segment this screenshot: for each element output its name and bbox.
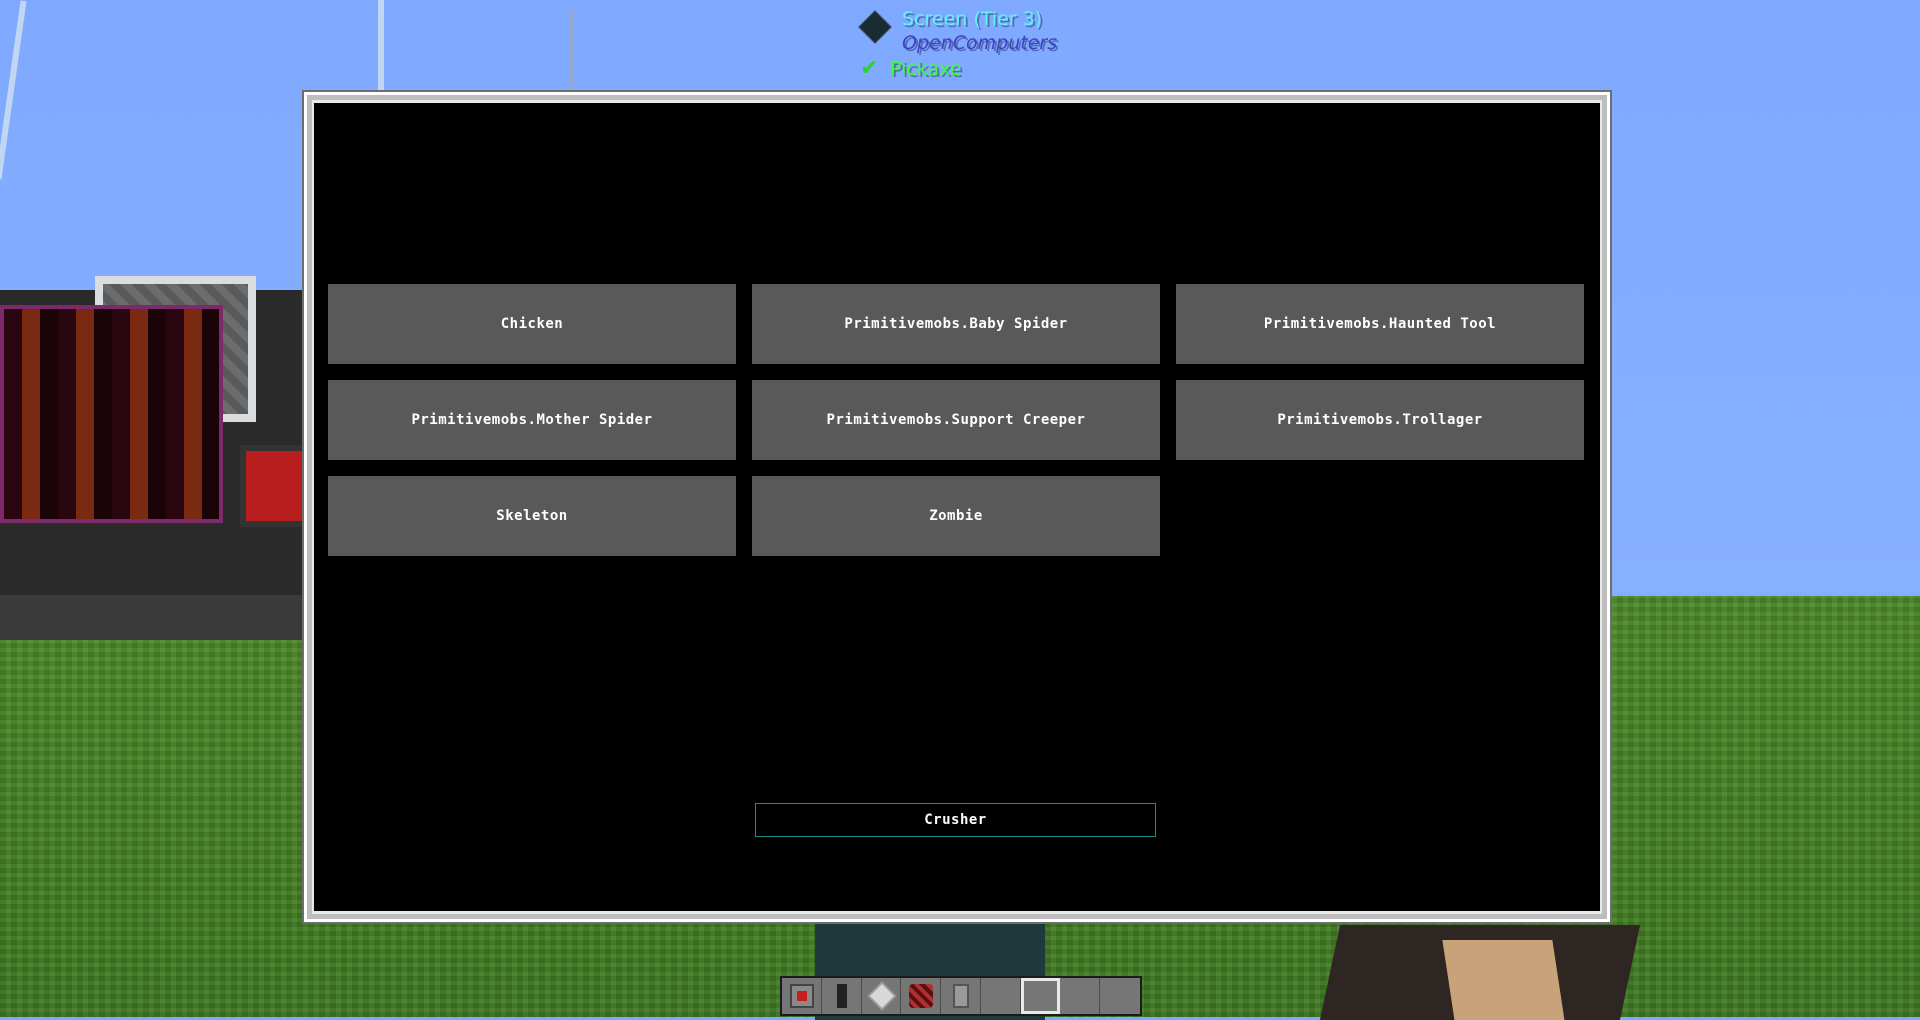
tooltip-mod-name: OpenComputers [902, 32, 1058, 54]
mob-button-haunted-tool[interactable]: Primitivemobs.Haunted Tool [1176, 284, 1584, 364]
mob-button-mother-spider[interactable]: Primitivemobs.Mother Spider [328, 380, 736, 460]
mob-button-skeleton[interactable]: Skeleton [328, 476, 736, 556]
hotbar-slot[interactable] [821, 978, 862, 1014]
grey-canister-icon [953, 984, 970, 1008]
hotbar-slot[interactable] [941, 978, 981, 1014]
check-icon: ✔ [860, 56, 879, 81]
pole [378, 0, 384, 92]
hotbar-slot[interactable] [861, 978, 902, 1014]
pole [0, 0, 27, 180]
screen-block-icon [858, 10, 892, 44]
machine-block [0, 305, 223, 523]
redstone-dust-icon [909, 984, 934, 1008]
tooltip-item-name: Screen (Tier 3) [902, 8, 1043, 30]
dark-cable-icon [836, 984, 847, 1008]
mob-button-chicken[interactable]: Chicken [328, 284, 736, 364]
player-hand [1319, 925, 1641, 1020]
hotbar [780, 976, 1142, 1016]
mob-button-baby-spider[interactable]: Primitivemobs.Baby Spider [752, 284, 1160, 364]
hotbar-slot[interactable] [782, 978, 822, 1014]
hotbar-slot[interactable] [1060, 978, 1101, 1014]
machine-base [0, 595, 305, 640]
crusher-button[interactable]: Crusher [755, 803, 1156, 837]
hotbar-slot[interactable] [901, 978, 942, 1014]
mob-button-support-creeper[interactable]: Primitivemobs.Support Creeper [752, 380, 1160, 460]
hotbar-slot[interactable] [1100, 978, 1141, 1014]
white-block-icon [867, 981, 896, 1011]
mob-button-zombie[interactable]: Zombie [752, 476, 1160, 556]
red-block-icon [790, 984, 814, 1008]
hotbar-slot-selected[interactable] [1020, 978, 1061, 1014]
pole [570, 10, 573, 92]
mob-button-trollager[interactable]: Primitivemobs.Trollager [1176, 380, 1584, 460]
hotbar-slot[interactable] [980, 978, 1021, 1014]
tooltip-tool: Pickaxe [890, 58, 962, 80]
